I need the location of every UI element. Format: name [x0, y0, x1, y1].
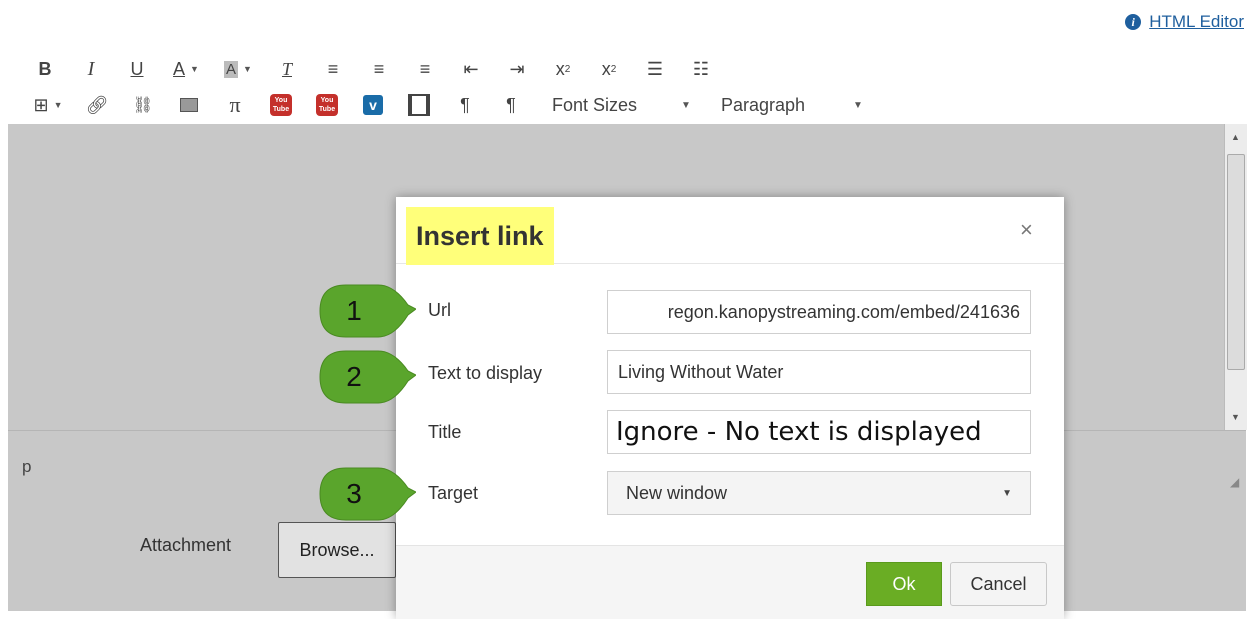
- scroll-up-icon[interactable]: ▲: [1231, 132, 1240, 142]
- outdent-icon[interactable]: ⇤: [448, 54, 494, 84]
- browse-button[interactable]: Browse...: [278, 522, 396, 578]
- toolbar-row-1: B I U A ▼ A ▼ T ≡ ≡ ≡ ⇤ ⇥ x2 x2 ☰ ☷: [22, 54, 724, 84]
- callout-2: 2: [316, 349, 416, 405]
- table-icon[interactable]: ⊞ ▼: [22, 90, 74, 120]
- font-sizes-dropdown[interactable]: Font Sizes ▼: [552, 90, 691, 120]
- info-icon: i: [1125, 14, 1142, 30]
- vimeo-icon[interactable]: v: [350, 90, 396, 120]
- callout-number: 3: [346, 478, 362, 509]
- align-center-icon[interactable]: ≡: [356, 54, 402, 84]
- target-label: Target: [428, 483, 479, 503]
- url-input[interactable]: regon.kanopystreaming.com/embed/241636: [607, 290, 1031, 334]
- close-icon[interactable]: ×: [1020, 217, 1033, 243]
- superscript-icon[interactable]: x2: [540, 54, 586, 84]
- dialog-title: Insert link: [406, 207, 554, 265]
- scroll-thumb[interactable]: [1227, 154, 1245, 370]
- equation-icon[interactable]: π: [212, 90, 258, 120]
- editor-scrollbar[interactable]: ▲ ▼: [1224, 124, 1247, 430]
- subscript-icon[interactable]: x2: [586, 54, 632, 84]
- chevron-down-icon: ▼: [853, 99, 863, 111]
- cancel-button[interactable]: Cancel: [950, 562, 1047, 606]
- callout-3: 3: [316, 466, 416, 522]
- media-icon[interactable]: [396, 90, 442, 120]
- font-color-icon[interactable]: A ▼: [160, 54, 212, 84]
- title-label: Title: [428, 422, 462, 442]
- toolbar-row-2: ⊞ ▼ 🔗︎ ⛓︎ π You Tube You Tube v ¶ ¶ Font …: [22, 90, 863, 120]
- attachment-label: Attachment: [140, 535, 232, 555]
- image-icon[interactable]: [166, 90, 212, 120]
- callout-number: 2: [346, 361, 362, 392]
- clear-formatting-icon[interactable]: T: [264, 54, 310, 84]
- font-sizes-label: Font Sizes: [552, 94, 638, 115]
- target-value: New window: [626, 482, 728, 503]
- align-right-icon[interactable]: ≡: [402, 54, 448, 84]
- numbered-list-icon[interactable]: ☷: [678, 54, 724, 84]
- indent-icon[interactable]: ⇥: [494, 54, 540, 84]
- ok-button[interactable]: Ok: [866, 562, 942, 606]
- scroll-down-icon[interactable]: ▼: [1231, 412, 1240, 422]
- url-label: Url: [428, 300, 451, 320]
- unlink-icon[interactable]: ⛓︎: [120, 90, 166, 120]
- chevron-down-icon: ▼: [1002, 487, 1012, 499]
- rtl-icon[interactable]: ¶: [488, 90, 534, 120]
- target-select[interactable]: New window ▼: [607, 471, 1031, 515]
- chevron-down-icon: ▼: [681, 99, 691, 111]
- html-editor-link[interactable]: HTML Editor: [1149, 12, 1244, 32]
- ltr-icon[interactable]: ¶: [442, 90, 488, 120]
- link-icon[interactable]: 🔗︎: [74, 90, 120, 120]
- resize-handle-icon[interactable]: ◢: [1230, 475, 1239, 489]
- html-editor-toggle[interactable]: i HTML Editor: [1125, 12, 1244, 32]
- element-path: p: [22, 457, 32, 476]
- youtube-icon[interactable]: You Tube: [304, 90, 350, 120]
- text-to-display-input[interactable]: Living Without Water: [607, 350, 1031, 394]
- title-input[interactable]: Ignore - No text is displayed: [607, 410, 1031, 454]
- paragraph-label: Paragraph: [720, 94, 806, 115]
- bullet-list-icon[interactable]: ☰: [632, 54, 678, 84]
- underline-icon[interactable]: U: [114, 54, 160, 84]
- paragraph-dropdown[interactable]: Paragraph ▼: [721, 90, 863, 120]
- youtube-icon[interactable]: You Tube: [258, 90, 304, 120]
- italic-icon[interactable]: I: [68, 54, 114, 84]
- insert-link-dialog: Insert link × Url regon.kanopystreaming.…: [396, 197, 1064, 619]
- callout-number: 1: [346, 295, 362, 326]
- align-left-icon[interactable]: ≡: [310, 54, 356, 84]
- callout-1: 1: [316, 283, 416, 339]
- bold-icon[interactable]: B: [22, 54, 68, 84]
- text-to-display-label: Text to display: [428, 363, 543, 383]
- background-color-icon[interactable]: A ▼: [212, 54, 264, 84]
- dialog-footer: Ok Cancel: [396, 545, 1064, 619]
